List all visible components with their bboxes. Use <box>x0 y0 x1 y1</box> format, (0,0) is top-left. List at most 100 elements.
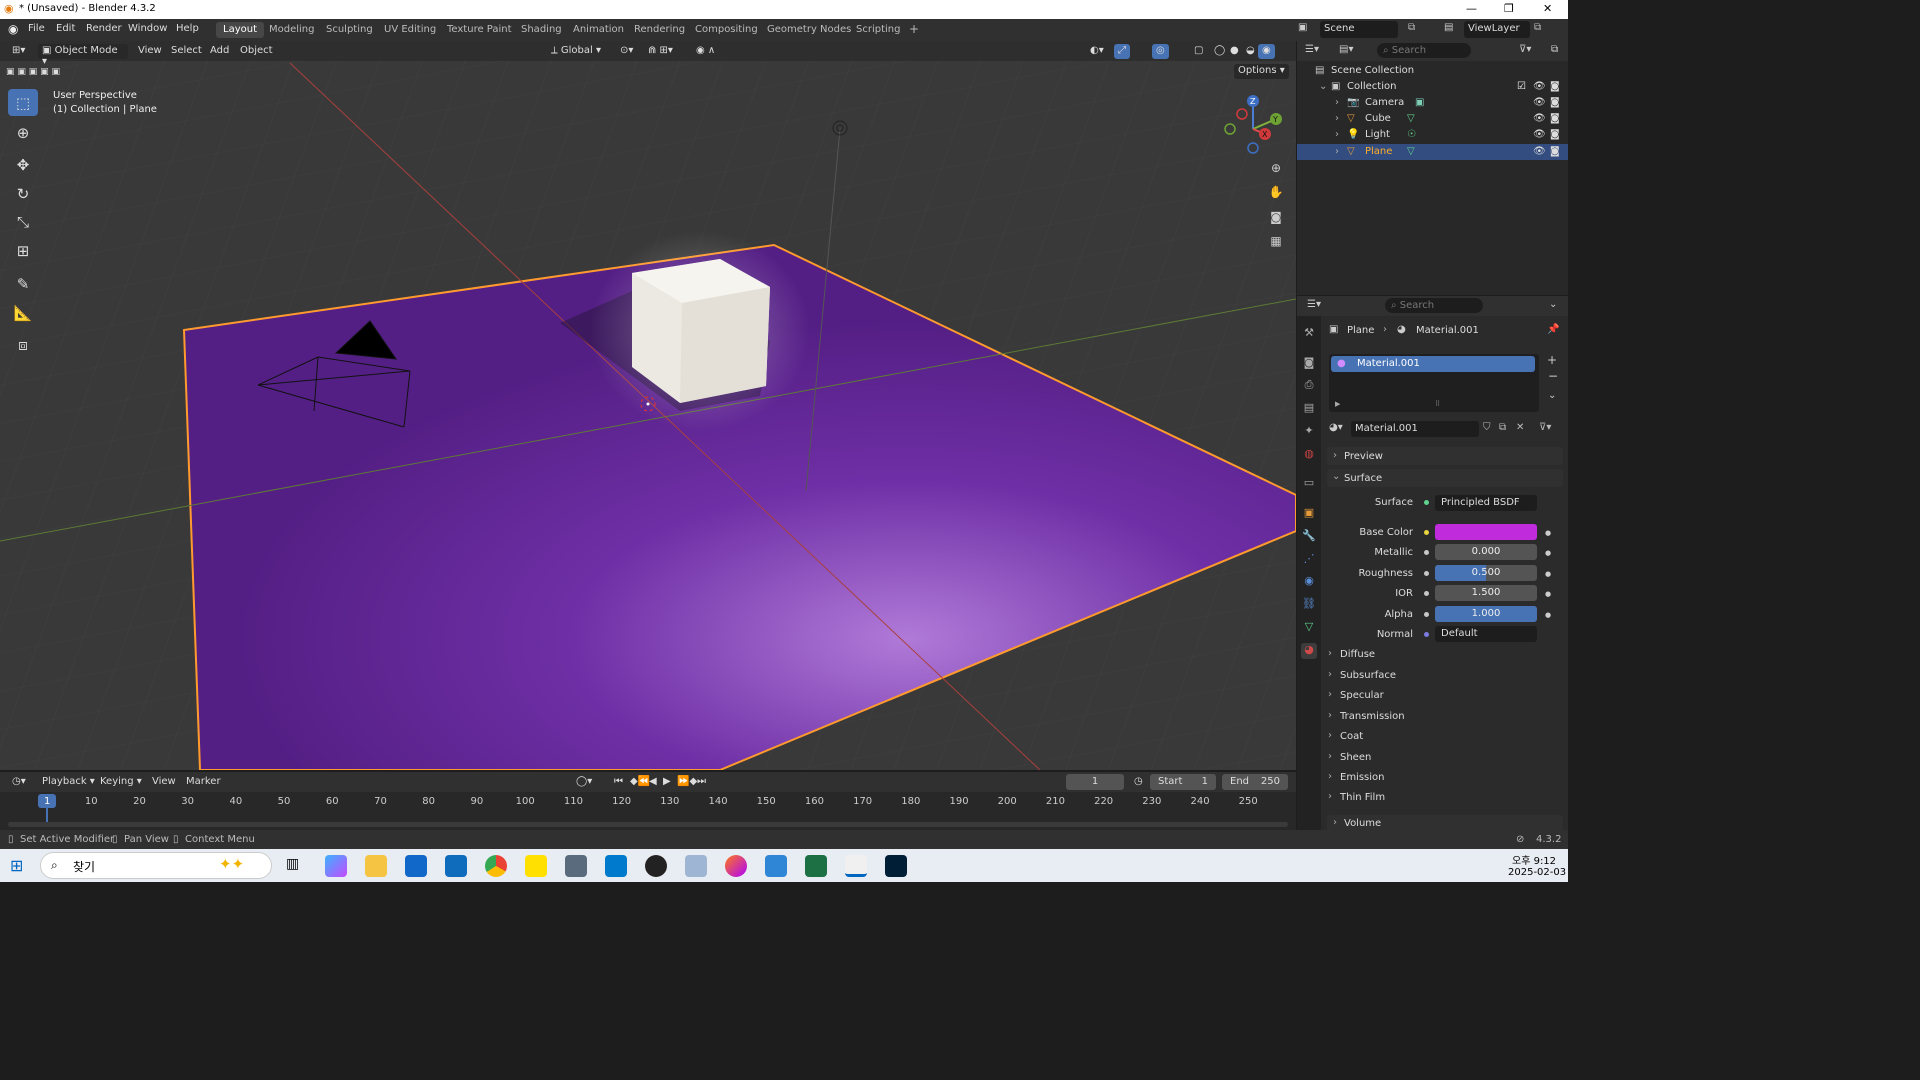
keyframe-dot-icon[interactable]: ● <box>1545 570 1551 578</box>
new-scene-icon[interactable]: ⧉ <box>1408 22 1415 33</box>
copilot-icon[interactable] <box>325 855 347 877</box>
object-tab-icon[interactable]: ▣ <box>1301 506 1317 522</box>
particles-tab-icon[interactable]: ⋰ <box>1301 552 1317 568</box>
slot-menu-icon[interactable]: ⌄ <box>1548 390 1556 401</box>
roughness-field[interactable]: 0.500 <box>1435 565 1537 581</box>
socket-dot[interactable] <box>1424 500 1429 505</box>
outliner-item-camera[interactable]: › 📷 Camera ▣ 👁 ◙ <box>1297 95 1568 111</box>
eye-icon[interactable]: 👁 <box>1533 113 1546 124</box>
chevron-right-icon[interactable]: › <box>1335 129 1339 140</box>
tab-animation[interactable]: Animation <box>566 22 631 38</box>
snap-icon[interactable]: ⋒ ⊞▾ <box>644 44 677 59</box>
pan-hand-icon[interactable]: ✋ <box>1266 182 1286 202</box>
viewport-menu-view[interactable]: View <box>134 44 166 59</box>
browse-material-icon[interactable]: ◕▾ <box>1329 422 1343 433</box>
tab-rendering[interactable]: Rendering <box>627 22 692 38</box>
scene-icon[interactable]: ▣ <box>1298 22 1307 33</box>
excel-icon[interactable] <box>805 855 827 877</box>
chevron-right-icon[interactable]: › <box>1335 113 1339 124</box>
pin-icon[interactable]: 📌 <box>1547 324 1559 335</box>
socket-dot[interactable] <box>1424 632 1429 637</box>
zoom-icon[interactable]: ⊕ <box>1266 158 1286 178</box>
subpanel-specular[interactable]: Specular <box>1328 689 1384 701</box>
output-tab-icon[interactable]: ⎙ <box>1301 378 1317 394</box>
eye-icon[interactable]: 👁 <box>1533 146 1546 157</box>
tab-layout[interactable]: Layout <box>216 22 264 38</box>
outliner-search-input[interactable]: ⌕ Search <box>1377 43 1471 58</box>
subpanel-sheen[interactable]: Sheen <box>1328 751 1371 763</box>
solid-shading-icon[interactable]: ● <box>1226 44 1243 59</box>
collection-tab-icon[interactable]: ▭ <box>1301 476 1317 492</box>
close-button[interactable]: ✕ <box>1543 2 1552 15</box>
socket-dot[interactable] <box>1424 550 1429 555</box>
subpanel-thin-film[interactable]: Thin Film <box>1328 791 1385 803</box>
task-view-icon[interactable]: ▥ <box>286 856 299 872</box>
tab-geometry-nodes[interactable]: Geometry Nodes <box>760 22 858 38</box>
subpanel-emission[interactable]: Emission <box>1328 771 1384 783</box>
windows-start-icon[interactable]: ⊞ <box>10 856 23 875</box>
material-slot-item[interactable]: ● Material.001 <box>1331 356 1535 372</box>
tab-compositing[interactable]: Compositing <box>688 22 765 38</box>
kakaotalk-icon[interactable] <box>525 855 547 877</box>
chevron-down-icon[interactable]: ⌄ <box>1549 299 1557 310</box>
camera-render-icon[interactable]: ◙ <box>1550 113 1560 124</box>
properties-search-input[interactable]: ⌕ Search <box>1385 298 1483 313</box>
menu-help[interactable]: Help <box>176 23 199 34</box>
add-workspace-button[interactable]: + <box>902 20 926 36</box>
socket-dot[interactable] <box>1424 612 1429 617</box>
outlook-icon[interactable] <box>445 855 467 877</box>
app-icon[interactable] <box>765 855 787 877</box>
transform-orientation-selector[interactable]: ⟂ Global ▾ <box>547 44 605 59</box>
store-icon[interactable] <box>405 855 427 877</box>
camera-render-icon[interactable]: ◙ <box>1550 97 1560 108</box>
subpanel-subsurface[interactable]: Subsurface <box>1328 669 1396 681</box>
rotate-tool[interactable]: ↻ <box>8 180 38 207</box>
scene-selector[interactable]: Scene <box>1320 21 1398 38</box>
metallic-field[interactable]: 0.000 <box>1435 544 1537 560</box>
surface-shader-field[interactable]: Principled BSDF <box>1435 495 1537 511</box>
tab-sculpting[interactable]: Sculpting <box>319 22 380 38</box>
cursor-tool[interactable]: ⊕ <box>8 119 38 146</box>
socket-dot[interactable] <box>1424 591 1429 596</box>
overlay-toggle-icon[interactable]: ◎ <box>1152 44 1169 59</box>
scale-tool[interactable]: ⤡ <box>8 208 38 235</box>
camera-render-icon[interactable]: ◙ <box>1550 81 1560 92</box>
display-mode-icon[interactable]: ▤▾ <box>1339 44 1353 55</box>
keyframe-dot-icon[interactable]: ● <box>1545 590 1551 598</box>
object-mode-selector[interactable]: ▣ Object Mode ▾ <box>38 44 128 67</box>
collection-checkbox[interactable]: ☑ <box>1517 81 1526 92</box>
tab-scripting[interactable]: Scripting <box>849 22 907 38</box>
tab-uv-editing[interactable]: UV Editing <box>377 22 443 38</box>
outliner-item-light[interactable]: › 💡 Light ☉ 👁 ◙ <box>1297 127 1568 143</box>
subpanel-coat[interactable]: Coat <box>1328 730 1363 742</box>
file-explorer-icon[interactable] <box>365 855 387 877</box>
ortho-grid-icon[interactable]: ▦ <box>1266 231 1286 251</box>
material-name-field[interactable]: Material.001 <box>1351 421 1479 437</box>
material-shading-icon[interactable]: ◒ <box>1242 44 1259 59</box>
keyframe-dot-icon[interactable]: ● <box>1545 611 1551 619</box>
recorder-icon[interactable] <box>645 855 667 877</box>
properties-editor-icon[interactable]: ☰▾ <box>1307 299 1321 310</box>
blender-menu-icon[interactable]: ◉ <box>8 22 18 36</box>
editor-type-icon[interactable]: ⊞▾ <box>8 44 29 59</box>
panel-volume[interactable]: › Volume <box>1327 815 1563 830</box>
measure-tool[interactable]: 📐 <box>8 299 38 326</box>
rendered-shading-icon[interactable]: ◉ <box>1258 44 1275 59</box>
view-layer-tab-icon[interactable]: ▤ <box>1301 401 1317 417</box>
unlink-material-icon[interactable]: ✕ <box>1516 422 1524 433</box>
ior-field[interactable]: 1.500 <box>1435 585 1537 601</box>
pivot-point-icon[interactable]: ⊙▾ <box>616 44 637 59</box>
resize-handle-icon[interactable]: ⠿ <box>1435 400 1440 408</box>
blender-taskbar-icon[interactable] <box>845 855 867 877</box>
restore-button[interactable]: ❐ <box>1504 2 1514 15</box>
new-viewlayer-icon[interactable]: ⧉ <box>1534 22 1541 33</box>
normal-field[interactable]: Default <box>1435 626 1537 642</box>
add-cube-tool[interactable]: ⧈ <box>8 331 38 358</box>
camera-render-icon[interactable]: ◙ <box>1550 129 1560 140</box>
expand-chevron-icon[interactable]: ⌄ <box>1319 81 1327 92</box>
menu-file[interactable]: File <box>28 23 45 34</box>
navigation-gizmo[interactable]: Z Y X <box>1220 91 1286 157</box>
notepad-icon[interactable] <box>685 855 707 877</box>
socket-dot[interactable] <box>1424 530 1429 535</box>
chevron-right-icon[interactable]: › <box>1335 97 1339 108</box>
